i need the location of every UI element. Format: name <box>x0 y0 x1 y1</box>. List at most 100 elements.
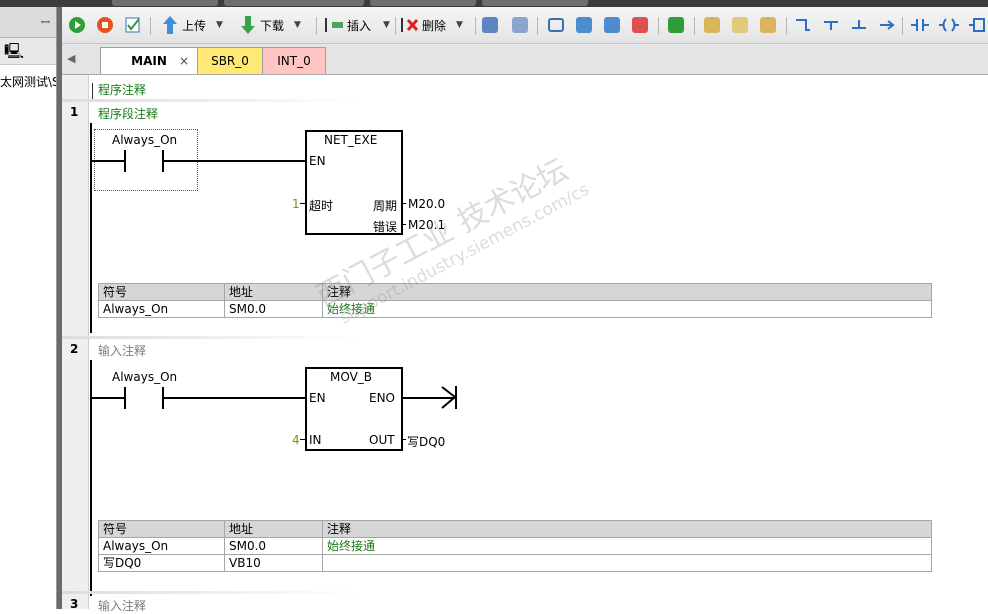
branch-down-button[interactable] <box>822 15 840 35</box>
run-icon <box>69 17 85 33</box>
insert-button[interactable]: 插入 ▼ <box>324 15 390 35</box>
line-right-button[interactable] <box>878 15 896 35</box>
run-button[interactable] <box>68 15 86 35</box>
upload-label: 上传 <box>182 18 207 33</box>
en-pin: EN <box>309 154 326 168</box>
network-separator <box>62 336 360 339</box>
wire <box>401 203 406 204</box>
delete-button[interactable]: 删除 ▼ <box>400 15 463 35</box>
header-address: 地址 <box>224 520 323 538</box>
dropdown-arrow-icon[interactable]: ▼ <box>216 20 223 30</box>
lock-button[interactable] <box>704 15 720 35</box>
stop-button[interactable] <box>96 15 114 35</box>
delete-label: 删除 <box>422 18 447 33</box>
tab-sbr0[interactable]: SBR_0 <box>197 47 263 74</box>
top-tab-stub[interactable] <box>482 0 588 6</box>
power-rail <box>90 123 92 333</box>
contact-label[interactable]: Always_On <box>112 370 177 384</box>
download-label: 下载 <box>260 18 285 33</box>
output-arrow-icon <box>441 386 457 409</box>
main-toolbar: 上传 ▼ 下载 ▼ 插入 ▼ 删除 ▼ <box>62 7 988 44</box>
tab-int0[interactable]: INT_0 <box>262 47 326 74</box>
wire <box>300 203 306 204</box>
cycle-output[interactable]: M20.0 <box>408 197 445 211</box>
wire <box>401 224 406 225</box>
network-tool-button[interactable] <box>482 15 498 35</box>
branch-down-icon <box>824 21 838 30</box>
network-comment[interactable]: 程序段注释 <box>98 105 158 122</box>
tab-main-label: MAIN <box>131 54 167 68</box>
en-pin: EN <box>309 391 326 405</box>
symbol-cell: Always_On <box>98 537 225 555</box>
wire <box>300 439 306 440</box>
program-comment[interactable]: 程序注释 <box>98 81 146 98</box>
stop-icon <box>97 17 113 33</box>
header-address: 地址 <box>224 283 323 301</box>
toolbar-separator <box>537 17 538 35</box>
dropdown-arrow-icon[interactable]: ▼ <box>456 20 463 30</box>
comment-cell: 始终接通 <box>322 300 932 318</box>
tree-item-project[interactable]: 太网测试\S <box>0 73 56 90</box>
branch-button[interactable] <box>794 15 812 35</box>
table-row[interactable]: Always_On SM0.0 始终接通 <box>98 300 932 318</box>
network-separator <box>62 99 360 102</box>
panel-header: ꟷ <box>0 7 56 38</box>
network-comment[interactable]: 输入注释 <box>98 342 146 359</box>
lock-add-button[interactable] <box>760 15 776 35</box>
error-output[interactable]: M20.1 <box>408 218 445 232</box>
out-value[interactable]: 写DQ0 <box>407 433 445 450</box>
coil-button[interactable] <box>938 15 960 35</box>
view-tool-button-4[interactable] <box>632 15 648 35</box>
top-tab-stub[interactable] <box>112 0 218 6</box>
arrow-right-icon <box>880 20 895 30</box>
network-number: 1 <box>70 105 79 119</box>
unlock-button[interactable] <box>732 15 748 35</box>
lock-add-icon <box>760 17 776 33</box>
network-separator <box>62 591 360 594</box>
symbol-table: 符号 地址 注释 Always_On SM0.0 始终接通 写DQ0 VB10 <box>98 520 932 572</box>
view-tool-button[interactable] <box>548 15 564 35</box>
top-tab-stub[interactable] <box>370 0 476 6</box>
goto-button[interactable] <box>668 15 684 35</box>
pin-icon[interactable]: ꟷ <box>41 15 50 30</box>
network-tool-button-2[interactable] <box>512 15 528 35</box>
header-symbol: 符号 <box>98 283 225 301</box>
network-number: 2 <box>70 342 79 356</box>
in-value[interactable]: 4 <box>292 433 300 447</box>
contact-icon <box>911 19 929 31</box>
line-up-button[interactable] <box>850 15 868 35</box>
cycle-pin: 周期 <box>373 199 398 213</box>
lock-icon <box>704 17 720 33</box>
window-close-icon <box>632 17 648 33</box>
dropdown-arrow-icon[interactable]: ▼ <box>383 20 390 30</box>
contact-symbol[interactable] <box>124 387 126 409</box>
header-comment: 注释 <box>322 520 932 538</box>
contact-symbol[interactable] <box>124 150 126 172</box>
upload-button[interactable]: 上传 ▼ <box>162 15 223 35</box>
computer-icon: 🖳 <box>4 42 25 60</box>
tab-main[interactable]: MAIN × <box>100 47 198 74</box>
dropdown-arrow-icon[interactable]: ▼ <box>294 20 301 30</box>
contact-label[interactable]: Always_On <box>112 133 177 147</box>
table-row[interactable]: 写DQ0 VB10 <box>98 554 932 572</box>
panel-subheader: 🖳 <box>0 38 56 65</box>
ladder-editor[interactable]: 程序注释 1 程序段注释 Always_On NET_EXE EN 1 超时 周… <box>62 75 988 613</box>
top-tab-stub[interactable] <box>224 0 364 6</box>
wire <box>401 439 406 440</box>
project-tree-panel: ꟷ 🖳 太网测试\S <box>0 7 57 609</box>
branch-up-icon <box>796 19 810 31</box>
box-icon <box>969 18 985 32</box>
download-button[interactable]: 下载 ▼ <box>240 15 301 35</box>
box-button[interactable] <box>968 15 986 35</box>
close-icon[interactable]: × <box>179 48 189 74</box>
comment-cell: 始终接通 <box>322 537 932 555</box>
scroll-left-icon[interactable]: ◀ <box>67 52 75 65</box>
toolbar-separator <box>395 17 396 35</box>
contact-button[interactable] <box>910 15 930 35</box>
timeout-value[interactable]: 1 <box>292 197 300 211</box>
view-tool-button-2[interactable] <box>576 15 592 35</box>
compile-button[interactable] <box>124 15 142 35</box>
network-comment[interactable]: 输入注释 <box>98 597 146 614</box>
view-tool-button-3[interactable] <box>604 15 620 35</box>
table-row[interactable]: Always_On SM0.0 始终接通 <box>98 537 932 555</box>
